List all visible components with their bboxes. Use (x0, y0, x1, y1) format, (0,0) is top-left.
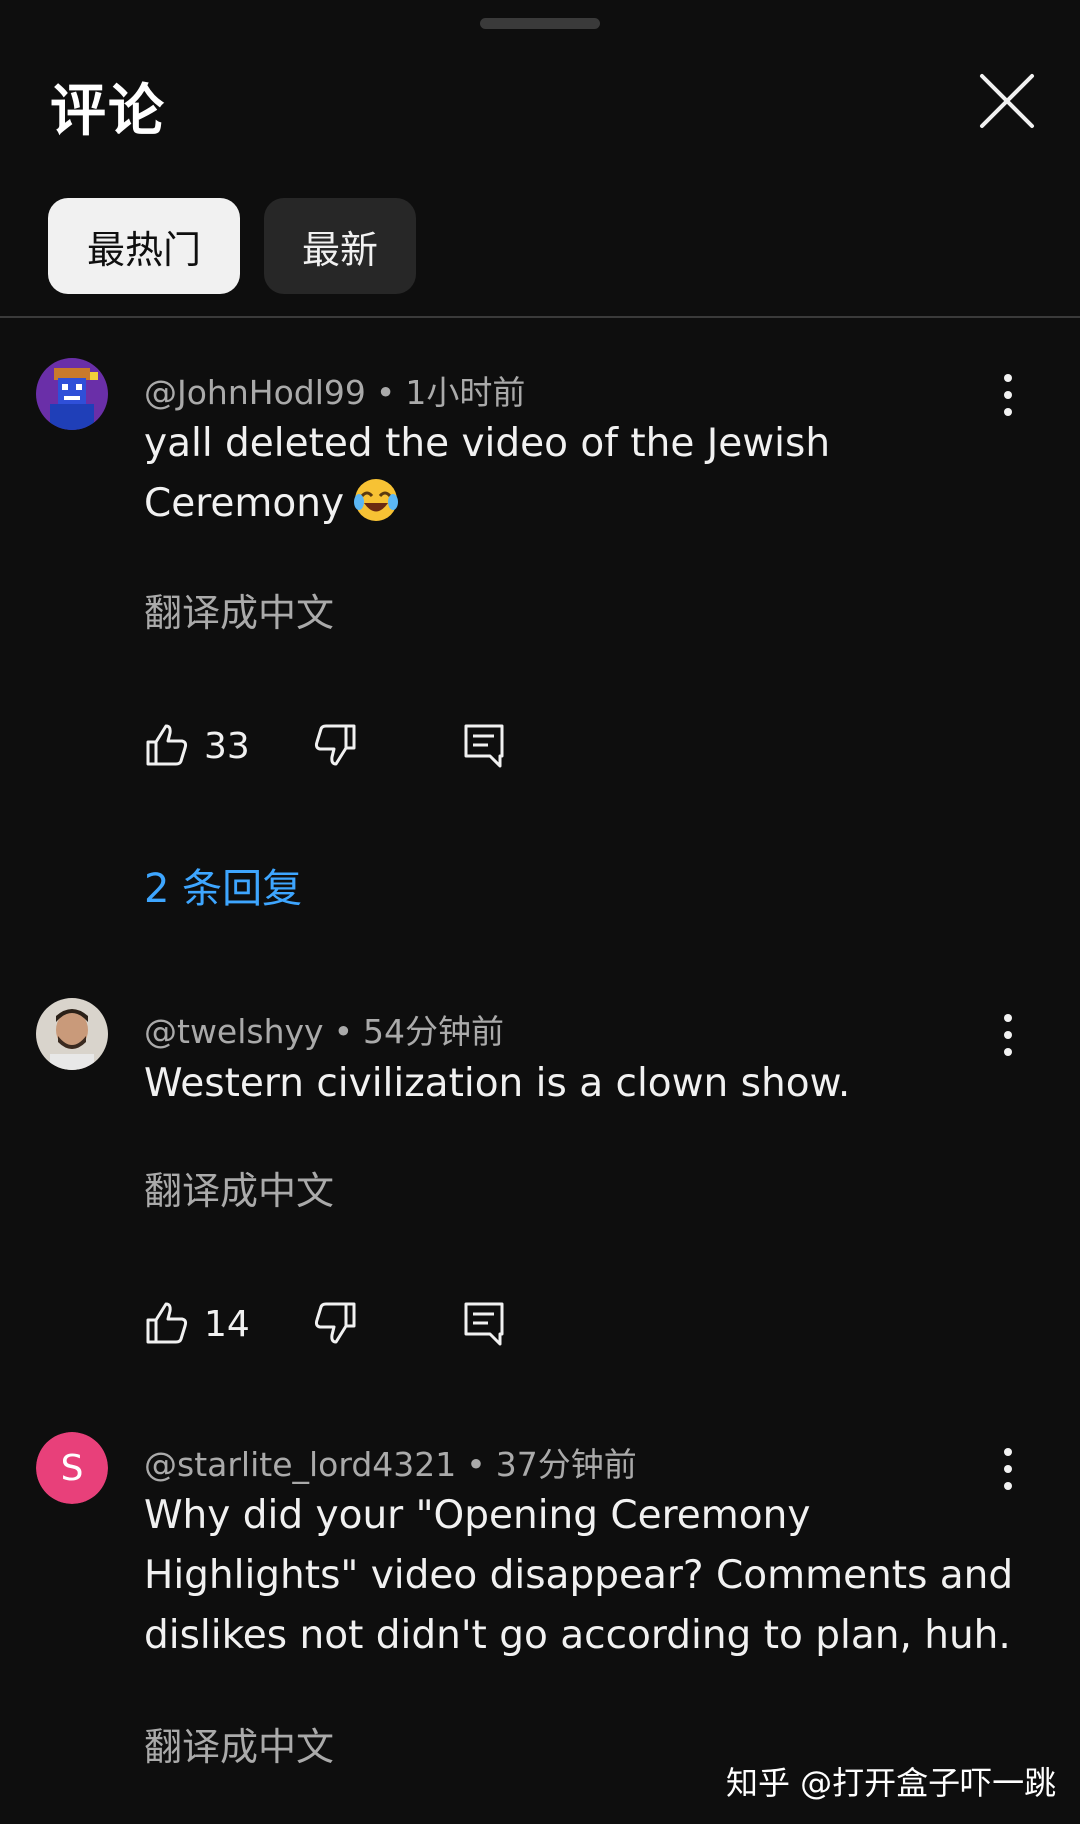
drag-handle[interactable] (480, 18, 600, 29)
sort-chip-top[interactable]: 最热门 (48, 198, 240, 294)
more-vertical-icon (1004, 1448, 1012, 1490)
comment-actions: 33 (144, 722, 544, 782)
thumbs-up-icon (146, 724, 188, 766)
avatar[interactable] (36, 998, 108, 1070)
thumbs-down-icon (314, 724, 356, 766)
reply-icon (464, 1302, 504, 1346)
more-vertical-icon (1004, 374, 1012, 416)
comment-text: Why did your "Opening Ceremony Highlight… (144, 1493, 1014, 1658)
avatar[interactable]: S (36, 1432, 108, 1504)
comment-meta: @starlite_lord4321 • 37分钟前 (144, 1445, 637, 1484)
like-button[interactable] (144, 1300, 190, 1350)
avatar[interactable] (36, 358, 108, 430)
thumbs-up-icon (146, 1302, 188, 1344)
more-options-button[interactable] (992, 370, 1024, 420)
comment-text: Western civilization is a clown show. (144, 1061, 851, 1106)
header-divider (0, 316, 1080, 318)
reply-icon (464, 724, 504, 768)
comment-author[interactable]: @starlite_lord4321 (144, 1445, 456, 1484)
comment-text-container: yall deleted the video of the Jewish Cer… (144, 414, 1024, 534)
pixel-art-avatar-icon (36, 358, 108, 430)
face-with-tears-of-joy-icon (352, 476, 400, 524)
more-vertical-icon (1004, 1014, 1012, 1056)
more-options-button[interactable] (992, 1010, 1024, 1060)
like-button[interactable] (144, 722, 190, 772)
close-icon (980, 74, 1034, 128)
reply-button[interactable] (462, 1300, 506, 1350)
avatar-letter: S (60, 1447, 84, 1489)
comment-actions: 14 (144, 1300, 544, 1360)
like-count: 14 (204, 1304, 250, 1345)
reply-button[interactable] (462, 722, 506, 772)
comment-time: 37分钟前 (495, 1445, 637, 1484)
comment-text: yall deleted the video of the Jewish Cer… (144, 421, 831, 526)
comment-author[interactable]: @twelshyy (144, 1012, 324, 1051)
like-count: 33 (204, 726, 250, 767)
more-options-button[interactable] (992, 1444, 1024, 1494)
translate-link[interactable]: 翻译成中文 (144, 1160, 334, 1215)
profile-photo-avatar-icon (36, 998, 108, 1070)
comment-author[interactable]: @JohnHodl99 (144, 373, 366, 412)
translate-link[interactable]: 翻译成中文 (144, 582, 334, 637)
watermark: 知乎 @打开盒子吓一跳 (726, 1764, 1057, 1802)
translate-link[interactable]: 翻译成中文 (144, 1716, 334, 1771)
comment-time: 54分钟前 (363, 1012, 505, 1051)
view-replies-link[interactable]: 2 条回复 (144, 856, 302, 914)
close-button[interactable] (974, 68, 1040, 134)
comment-meta: @JohnHodl99 • 1小时前 (144, 373, 526, 412)
comment-meta: @twelshyy • 54分钟前 (144, 1012, 505, 1051)
dislike-button[interactable] (312, 722, 358, 772)
thumbs-down-icon (314, 1302, 356, 1344)
sort-chip-newest[interactable]: 最新 (264, 198, 416, 294)
dislike-button[interactable] (312, 1300, 358, 1350)
comment-time: 1小时前 (405, 373, 526, 412)
panel-title: 评论 (50, 79, 166, 144)
